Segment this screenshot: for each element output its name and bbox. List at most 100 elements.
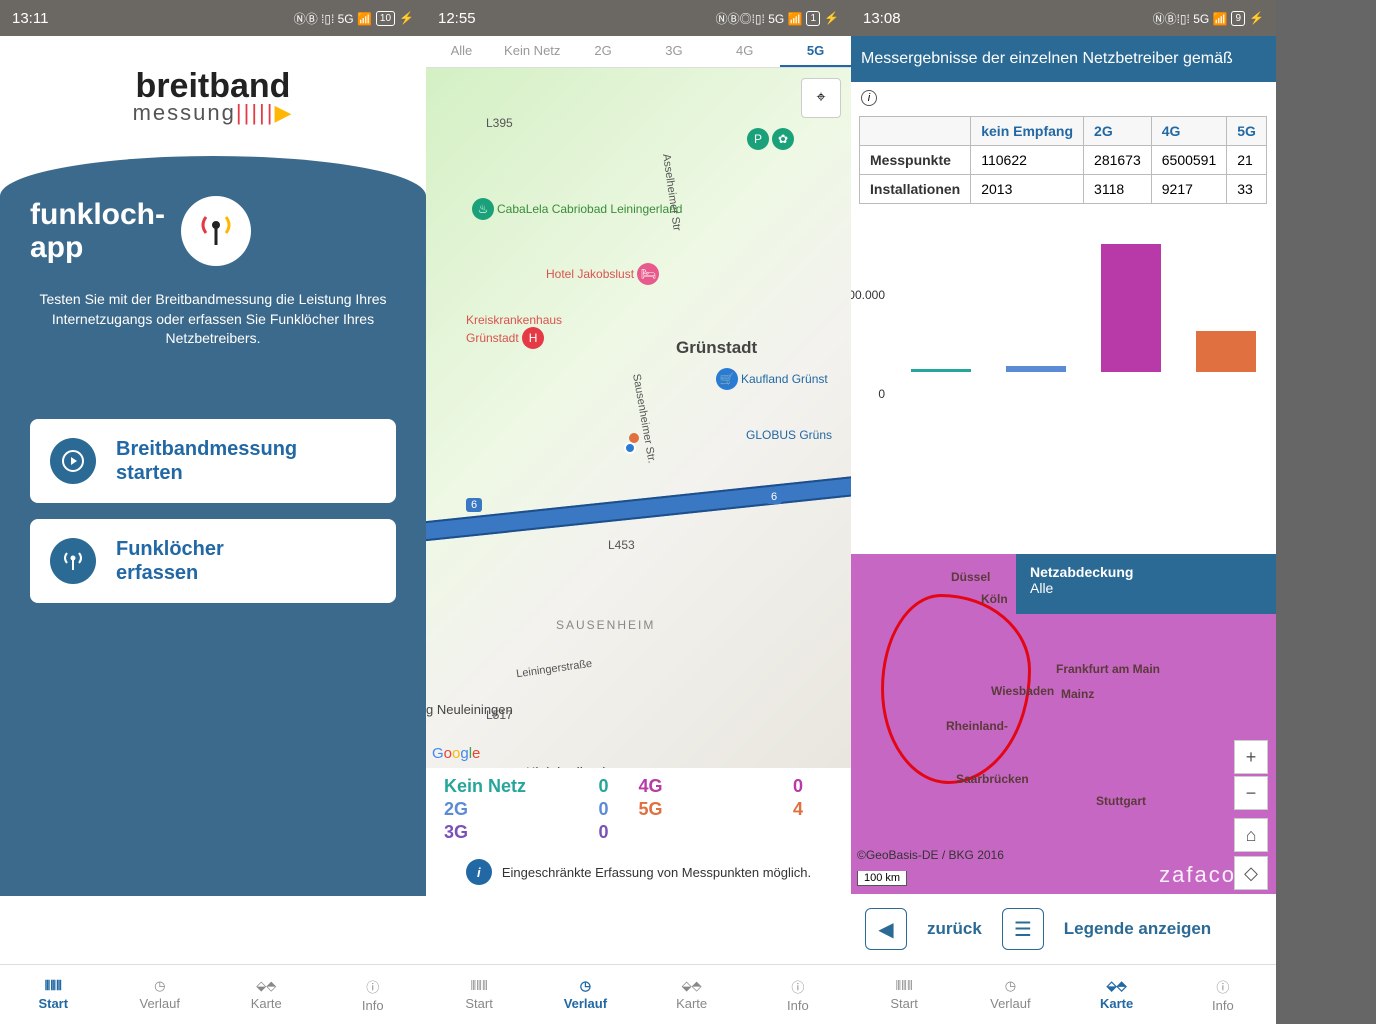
info-row[interactable]: i bbox=[851, 82, 1276, 112]
footer-link[interactable]: hier bbox=[303, 950, 322, 964]
back-button[interactable]: ◀ bbox=[865, 908, 907, 950]
zoom-out-button[interactable]: − bbox=[1234, 776, 1268, 810]
tab-alle[interactable]: Alle bbox=[426, 36, 497, 67]
nav-verlauf[interactable]: ◷Verlauf bbox=[957, 965, 1063, 1024]
poi-kaufland[interactable]: 🛒Kaufland Grünst bbox=[716, 368, 828, 390]
district-sausenheim: SAUSENHEIM bbox=[556, 618, 655, 632]
zoom-in-button[interactable]: + bbox=[1234, 740, 1268, 774]
nav-karte[interactable]: ⬙⬘Karte bbox=[1064, 965, 1170, 1024]
hwy-shield: 6 bbox=[766, 490, 782, 504]
city-label: Mainz bbox=[1061, 687, 1094, 701]
bar-kein Empfang bbox=[911, 369, 971, 372]
road-label: L395 bbox=[486, 116, 513, 130]
count-label-2g: 2G bbox=[444, 799, 599, 820]
results-table: kein Empfang2G4G5G Messpunkte11062228167… bbox=[859, 116, 1267, 204]
col-kein-empfang: kein Empfang bbox=[971, 117, 1084, 146]
count-value-2g: 0 bbox=[599, 799, 639, 820]
locate-button[interactable]: ◇ bbox=[1234, 856, 1268, 890]
count-label-3g: 3G bbox=[444, 822, 599, 843]
app-desc: Testen Sie mit der Breitbandmessung die … bbox=[30, 290, 396, 349]
city-neuleiningen: g Neuleiningen bbox=[426, 702, 513, 717]
nav-info[interactable]: ⓘInfo bbox=[745, 965, 851, 1024]
count-label-5g: 5G bbox=[639, 799, 794, 820]
footer-text: Weitere Informationen zur Breitbandmessu… bbox=[0, 936, 426, 964]
poi-globus[interactable]: GLOBUS Grüns bbox=[746, 428, 832, 442]
screen-results: 13:08 ⓃⒷ⁞▯⁞ 5G 📶 9 ⚡ Messergebnisse der … bbox=[851, 0, 1276, 1024]
nav-karte[interactable]: ⬙⬘Karte bbox=[213, 965, 320, 1024]
play-icon bbox=[50, 438, 96, 484]
map-overlay: NetzabdeckungAlle bbox=[1016, 554, 1276, 614]
info-icon: i bbox=[861, 90, 877, 106]
nav-karte[interactable]: ⬙⬘Karte bbox=[639, 965, 745, 1024]
measurement-dot bbox=[629, 433, 639, 443]
map-actions: ◀ zurück ☰ Legende anzeigen bbox=[851, 894, 1276, 964]
city-label: Köln bbox=[981, 592, 1008, 606]
results-header: Messergebnisse der einzelnen Netzbetreib… bbox=[851, 36, 1276, 82]
tab-5g[interactable]: 5G bbox=[780, 36, 851, 67]
nav-start[interactable]: ⦀⦀⦀Start bbox=[426, 965, 532, 1024]
bar-4G bbox=[1101, 244, 1161, 372]
clock: 13:08 bbox=[863, 10, 901, 27]
col-5g: 5G bbox=[1227, 117, 1267, 146]
nav-start[interactable]: ⦀⦀⦀Start bbox=[851, 965, 957, 1024]
nav-verlauf[interactable]: ◷Verlauf bbox=[532, 965, 638, 1024]
highway-a6 bbox=[426, 473, 851, 543]
coverage-map[interactable]: NetzabdeckungAlle Düssel Köln Frankfurt … bbox=[851, 554, 1276, 894]
legend-label[interactable]: Legende anzeigen bbox=[1064, 919, 1211, 939]
bar-chart: 05.000.000 bbox=[891, 234, 1266, 394]
back-label[interactable]: zurück bbox=[927, 919, 982, 939]
city-kleinkarlbach: Kleinkarlbach bbox=[526, 764, 610, 768]
map-poi-icons: P✿ bbox=[747, 128, 797, 150]
poi-cabalela[interactable]: ♨CabaLela Cabriobad Leiningerland bbox=[472, 198, 682, 220]
user-location-dot bbox=[624, 442, 636, 454]
count-label-kein-netz: Kein Netz bbox=[444, 776, 599, 797]
city-label: Wiesbaden bbox=[991, 684, 1054, 698]
poi-krankenhaus[interactable]: KreiskrankenhausGrünstadt H bbox=[466, 313, 562, 349]
warning-text: Eingeschränkte Erfassung von Messpunkten… bbox=[502, 865, 811, 880]
nav-info[interactable]: ⓘInfo bbox=[320, 965, 427, 1024]
col-2g: 2G bbox=[1084, 117, 1152, 146]
bar-2G bbox=[1006, 366, 1066, 372]
locate-button[interactable]: ⌖ bbox=[801, 78, 841, 118]
bottom-nav: ⦀⦀⦀Start ◷Verlauf ⬙⬘Karte ⓘInfo bbox=[851, 964, 1276, 1024]
info-icon: i bbox=[466, 859, 492, 885]
tab-3g[interactable]: 3G bbox=[638, 36, 709, 67]
nav-info[interactable]: ⓘInfo bbox=[1170, 965, 1276, 1024]
city-label: Frankfurt am Main bbox=[1056, 662, 1160, 676]
bottom-nav: ⦀⦀⦀Start ◷Verlauf ⬙⬘Karte ⓘInfo bbox=[0, 964, 426, 1024]
logo-sub: messung|||||▶ bbox=[133, 100, 294, 126]
tab-4g[interactable]: 4G bbox=[709, 36, 780, 67]
hero-panel: funkloch-app Testen Sie mit der Breitban… bbox=[0, 156, 426, 896]
status-bar: 12:55 ⓃⒷ◎⁞▯⁞ 5G 📶 1 ⚡ bbox=[426, 0, 851, 36]
tab-kein-netz[interactable]: Kein Netz bbox=[497, 36, 568, 67]
city-label: Saarbrücken bbox=[956, 772, 1029, 786]
status-icons: ⓃⒷ◎⁞▯⁞ 5G 📶 1 ⚡ bbox=[716, 10, 839, 27]
home-button[interactable]: ⌂ bbox=[1234, 818, 1268, 852]
hwy-shield: 6 bbox=[466, 498, 482, 512]
screen-start: 13:11 ⓃⒷ ⁞▯⁞ 5G 📶 10 ⚡ breitband messung… bbox=[0, 0, 426, 1024]
road-label: Leiningerstraße bbox=[516, 658, 593, 681]
map-canvas[interactable]: 6 6 L395 L453 L517 Asselheimer Str Sause… bbox=[426, 68, 851, 768]
start-measurement-button[interactable]: Breitbandmessungstarten bbox=[30, 419, 396, 503]
legend-button[interactable]: ☰ bbox=[1002, 908, 1044, 950]
city-label: Rheinland- bbox=[946, 719, 1008, 733]
nav-start[interactable]: ⦀⦀⦀Start bbox=[0, 965, 107, 1024]
nav-verlauf[interactable]: ◷Verlauf bbox=[107, 965, 214, 1024]
counts-panel: Kein Netz0 4G0 2G0 5G4 3G0 bbox=[426, 768, 851, 851]
map-scale: 100 km bbox=[857, 871, 907, 886]
clock: 13:11 bbox=[12, 10, 48, 27]
bottom-nav: ⦀⦀⦀Start ◷Verlauf ⬙⬘Karte ⓘInfo bbox=[426, 964, 851, 1024]
status-icons: ⓃⒷ⁞▯⁞ 5G 📶 9 ⚡ bbox=[1153, 10, 1264, 27]
tab-2g[interactable]: 2G bbox=[568, 36, 639, 67]
poi-jakobslust[interactable]: Hotel Jakobslust 🛏 bbox=[546, 263, 662, 285]
clock: 12:55 bbox=[438, 10, 476, 27]
antenna-icon bbox=[181, 196, 251, 266]
warning-row: i Eingeschränkte Erfassung von Messpunkte… bbox=[426, 851, 851, 893]
google-attribution: Google bbox=[432, 745, 480, 762]
count-value-kein-netz: 0 bbox=[599, 776, 639, 797]
app-title: funkloch-app bbox=[30, 198, 165, 264]
capture-deadzones-button[interactable]: Funklöchererfassen bbox=[30, 519, 396, 603]
zafaco-logo: zafaco bbox=[1159, 862, 1236, 888]
table-row: Installationen20133118921733 bbox=[860, 175, 1267, 204]
status-bar: 13:11 ⓃⒷ ⁞▯⁞ 5G 📶 10 ⚡ bbox=[0, 0, 426, 36]
